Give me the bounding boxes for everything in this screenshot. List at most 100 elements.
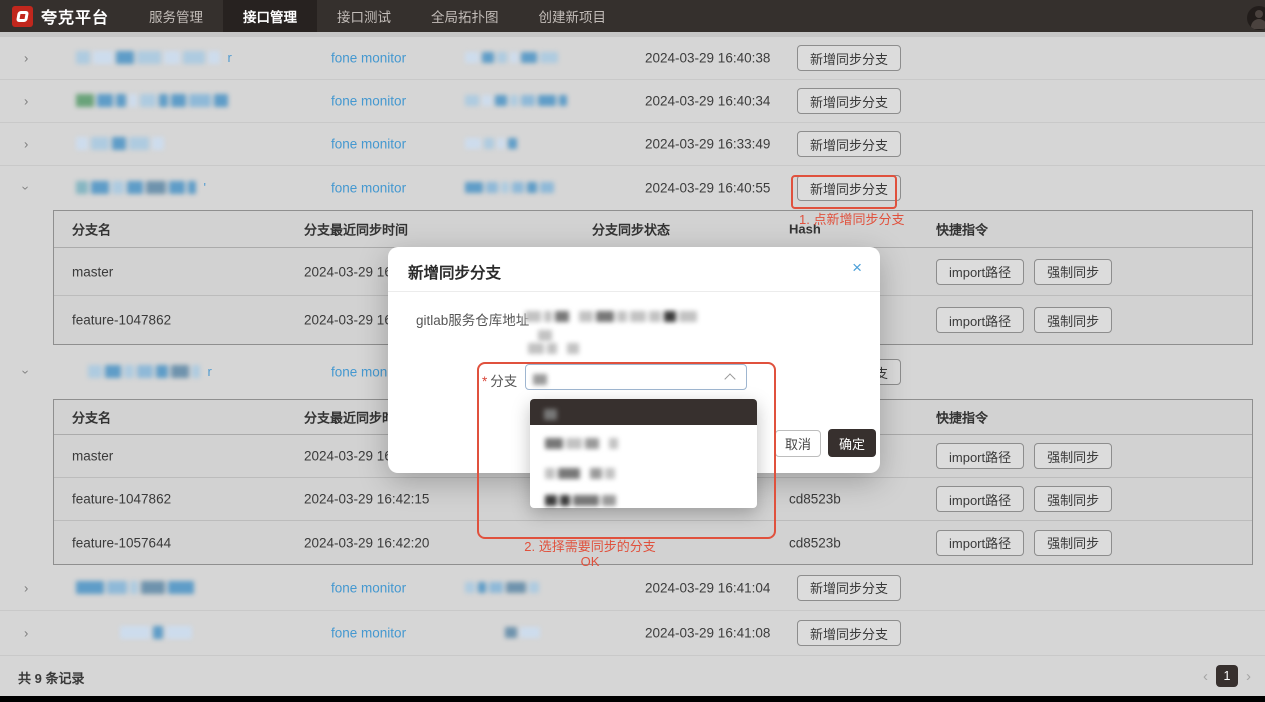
table-row-expanded: › ' fone monitor 2024-03-29 16:40:55 新增同… bbox=[0, 166, 1265, 210]
redacted-service-name bbox=[76, 92, 228, 110]
redacted-service-name: r bbox=[88, 363, 212, 381]
expand-chevron-right-icon[interactable]: › bbox=[24, 581, 28, 594]
fone-link[interactable]: fone bbox=[331, 365, 357, 380]
monitor-link[interactable]: monitor bbox=[361, 580, 406, 595]
letterbox-bar bbox=[0, 696, 1265, 702]
fone-link[interactable]: fone bbox=[331, 580, 357, 595]
expand-chevron-right-icon[interactable]: › bbox=[24, 95, 28, 108]
branch-dropdown bbox=[530, 399, 757, 508]
fone-link[interactable]: fone bbox=[331, 51, 357, 66]
force-sync-button[interactable]: 强制同步 bbox=[1034, 486, 1112, 512]
brand-title: 夸克平台 bbox=[41, 4, 109, 28]
import-path-button[interactable]: import路径 bbox=[936, 259, 1024, 285]
confirm-button[interactable]: 确定 bbox=[828, 429, 876, 457]
fone-link[interactable]: fone bbox=[331, 181, 357, 196]
prev-page-icon[interactable]: ‹ bbox=[1203, 668, 1208, 685]
monitor-link[interactable]: monitor bbox=[361, 51, 406, 66]
row-links: fone monitor bbox=[331, 626, 406, 641]
table-row: › fone monitor 2024-03-29 16:41:04 新增同步分… bbox=[0, 565, 1265, 611]
row-links: fone monitor bbox=[331, 51, 406, 66]
add-sync-branch-button[interactable]: 新增同步分支 bbox=[797, 45, 901, 71]
page-number[interactable]: 1 bbox=[1216, 665, 1238, 687]
redacted-repo-address bbox=[528, 340, 579, 358]
cancel-button[interactable]: 取消 bbox=[775, 430, 821, 457]
row-links: fone monitor bbox=[331, 580, 406, 595]
nav-item-interface-test[interactable]: 接口测试 bbox=[317, 0, 411, 32]
branch-sync-time: 2024-03-29 16: bbox=[304, 313, 396, 328]
import-path-button[interactable]: import路径 bbox=[936, 307, 1024, 333]
record-count: 共 9 条记录 bbox=[18, 668, 84, 687]
nav-item-create-project[interactable]: 创建新项目 bbox=[519, 0, 627, 32]
monitor-link[interactable]: monitor bbox=[361, 137, 406, 152]
collapse-chevron-down-icon[interactable]: › bbox=[24, 182, 28, 195]
force-sync-button[interactable]: 强制同步 bbox=[1034, 307, 1112, 333]
col-branch-name: 分支名 bbox=[72, 408, 111, 427]
dropdown-option[interactable] bbox=[530, 459, 757, 486]
fone-link[interactable]: fone bbox=[331, 626, 357, 641]
row-links: fone monitor bbox=[331, 181, 406, 196]
col-sync-status: 分支同步状态 bbox=[592, 220, 670, 239]
redacted-owner bbox=[465, 579, 539, 597]
modal-title: 新增同步分支 bbox=[408, 261, 501, 283]
col-quick-actions: 快捷指令 bbox=[936, 408, 988, 427]
expand-chevron-right-icon[interactable]: › bbox=[24, 52, 28, 65]
sync-time: 2024-03-29 16:41:04 bbox=[645, 580, 770, 595]
force-sync-button[interactable]: 强制同步 bbox=[1034, 259, 1112, 285]
monitor-link[interactable]: monitor bbox=[361, 626, 406, 641]
branch-sync-time: 2024-03-29 16:42:15 bbox=[304, 492, 429, 507]
fone-link[interactable]: fone bbox=[331, 94, 357, 109]
col-last-sync: 分支最近同步时间 bbox=[304, 220, 408, 239]
nav-items: 服务管理 接口管理 接口测试 全局拓扑图 创建新项目 bbox=[129, 0, 626, 32]
add-sync-branch-button[interactable]: 新增同步分支 bbox=[797, 575, 901, 601]
force-sync-button[interactable]: 强制同步 bbox=[1034, 443, 1112, 469]
add-sync-branch-button[interactable]: 新增同步分支 bbox=[797, 131, 901, 157]
top-nav: 夸克平台 服务管理 接口管理 接口测试 全局拓扑图 创建新项目 bbox=[0, 0, 1265, 32]
table-row: › r fone monitor 2024-03-29 16:40:38 新增同… bbox=[0, 37, 1265, 80]
branch-select[interactable] bbox=[525, 364, 747, 390]
annotation-step2-text: 2. 选择需要同步的分支 OK bbox=[495, 540, 685, 570]
sync-time: 2024-03-29 16:40:34 bbox=[645, 94, 770, 109]
add-sync-branch-button[interactable]: 新增同步分支 bbox=[797, 175, 901, 201]
dropdown-option[interactable] bbox=[530, 486, 757, 513]
import-path-button[interactable]: import路径 bbox=[936, 530, 1024, 556]
redacted-owner bbox=[465, 92, 567, 110]
quark-logo-icon bbox=[12, 6, 33, 27]
import-path-button[interactable]: import路径 bbox=[936, 443, 1024, 469]
redacted-owner bbox=[505, 624, 540, 642]
gitlab-repo-label: gitlab服务仓库地址 bbox=[416, 309, 529, 329]
monitor-link[interactable]: monitor bbox=[361, 94, 406, 109]
branch-name: feature-1057644 bbox=[72, 535, 171, 550]
branch-name: feature-1047862 bbox=[72, 313, 171, 328]
dropdown-option-selected[interactable] bbox=[530, 399, 757, 425]
redacted-owner bbox=[465, 135, 517, 153]
expand-chevron-right-icon[interactable]: › bbox=[24, 138, 28, 151]
add-sync-branch-button[interactable]: 新增同步分支 bbox=[797, 88, 901, 114]
user-avatar-icon[interactable] bbox=[1247, 6, 1265, 30]
brand[interactable]: 夸克平台 bbox=[0, 0, 123, 32]
monitor-link[interactable]: monitor bbox=[361, 181, 406, 196]
table-row: › fone monitor 2024-03-29 16:41:08 新增同步分… bbox=[0, 611, 1265, 656]
nav-item-service-mgmt[interactable]: 服务管理 bbox=[129, 0, 223, 32]
subtable-header: 分支名 分支最近同步时间 分支同步状态 Hash 快捷指令 bbox=[54, 211, 1252, 248]
pagination: ‹ 1 › bbox=[1203, 665, 1251, 687]
annotation-step1-text: 1. 点新增同步分支 bbox=[799, 209, 904, 228]
import-path-button[interactable]: import路径 bbox=[936, 486, 1024, 512]
dropdown-option[interactable] bbox=[530, 429, 757, 456]
branch-hash: cd8523b bbox=[789, 535, 841, 550]
collapse-chevron-down-icon[interactable]: › bbox=[24, 366, 28, 379]
sync-time: 2024-03-29 16:33:49 bbox=[645, 137, 770, 152]
branch-name: feature-1047862 bbox=[72, 492, 171, 507]
force-sync-button[interactable]: 强制同步 bbox=[1034, 530, 1112, 556]
next-page-icon[interactable]: › bbox=[1246, 668, 1251, 685]
expand-chevron-right-icon[interactable]: › bbox=[24, 627, 28, 640]
branch-sync-time: 2024-03-29 16: bbox=[304, 264, 396, 279]
close-icon[interactable]: × bbox=[852, 259, 862, 276]
col-quick-actions: 快捷指令 bbox=[936, 220, 988, 239]
redacted-service-name bbox=[76, 135, 164, 153]
modal-header: 新增同步分支 × bbox=[388, 247, 880, 292]
fone-link[interactable]: fone bbox=[331, 137, 357, 152]
nav-item-global-topology[interactable]: 全局拓扑图 bbox=[411, 0, 519, 32]
add-sync-branch-button[interactable]: 新增同步分支 bbox=[797, 620, 901, 646]
nav-item-interface-mgmt[interactable]: 接口管理 bbox=[223, 0, 317, 32]
branch-field-label: *分支 bbox=[482, 370, 517, 390]
